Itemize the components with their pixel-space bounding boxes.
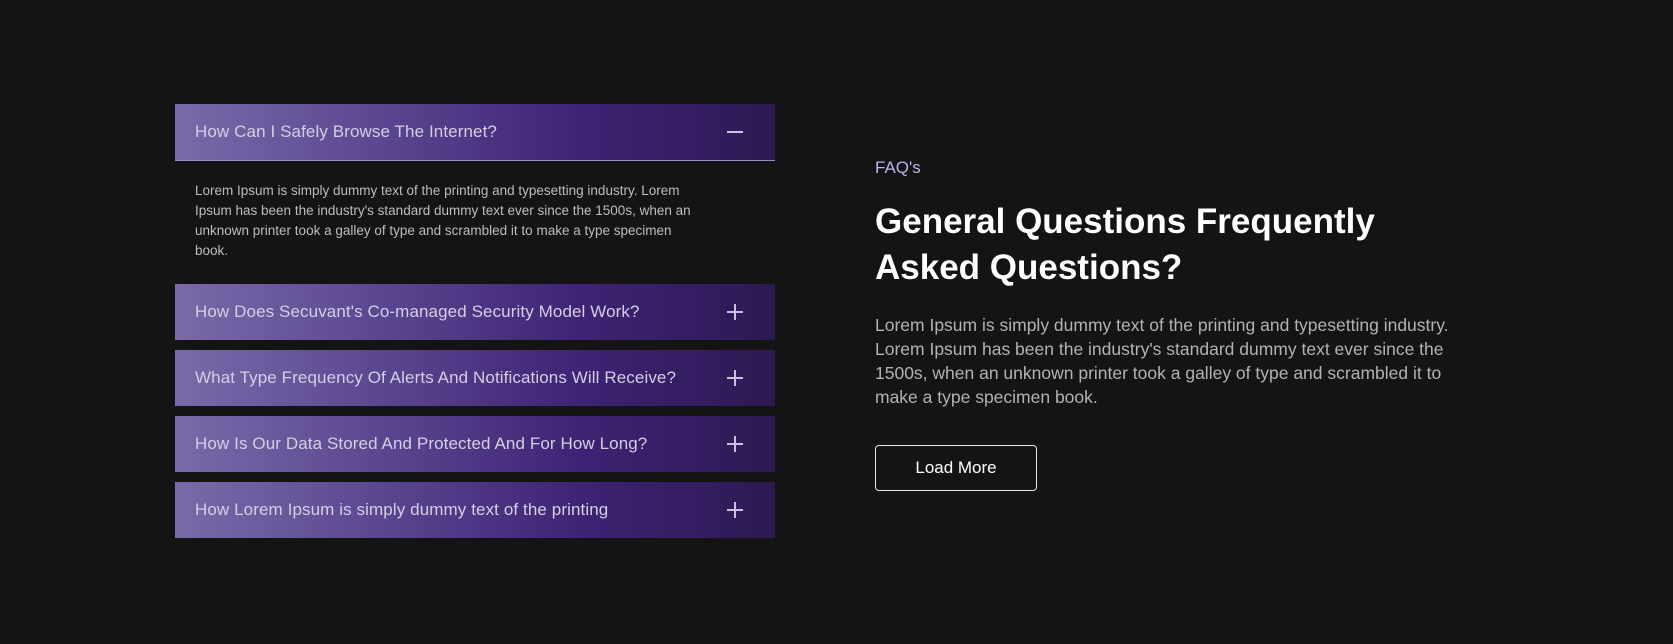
faq-item: How Lorem Ipsum is simply dummy text of …: [175, 482, 775, 538]
plus-icon[interactable]: [725, 434, 745, 454]
faq-question-header[interactable]: How Does Secuvant's Co-managed Security …: [175, 284, 775, 340]
plus-icon[interactable]: [725, 500, 745, 520]
faq-question-header[interactable]: How Is Our Data Stored And Protected And…: [175, 416, 775, 472]
section-title-line-1: General Questions Frequently: [875, 202, 1375, 241]
faq-item: How Can I Safely Browse The Internet? Lo…: [175, 104, 775, 261]
faq-question-header[interactable]: How Can I Safely Browse The Internet?: [175, 104, 775, 161]
faq-section: How Can I Safely Browse The Internet? Lo…: [0, 0, 1673, 644]
faq-item: How Is Our Data Stored And Protected And…: [175, 416, 775, 472]
faq-accordion: How Can I Safely Browse The Internet? Lo…: [175, 104, 775, 548]
load-more-button[interactable]: Load More: [875, 445, 1037, 491]
section-eyebrow: FAQ's: [875, 158, 921, 177]
section-title-line-2: Asked Questions?: [875, 248, 1183, 287]
faq-question-text: How Does Secuvant's Co-managed Security …: [195, 302, 640, 321]
faq-question-text: What Type Frequency Of Alerts And Notifi…: [195, 368, 677, 387]
faq-question-text: How Is Our Data Stored And Protected And…: [195, 434, 648, 453]
section-description: Lorem Ipsum is simply dummy text of the …: [875, 315, 1449, 407]
faq-item: What Type Frequency Of Alerts And Notifi…: [175, 350, 775, 406]
faq-question-text: How Can I Safely Browse The Internet?: [195, 122, 497, 141]
faq-question-header[interactable]: What Type Frequency Of Alerts And Notifi…: [175, 350, 775, 406]
faq-question-header[interactable]: How Lorem Ipsum is simply dummy text of …: [175, 482, 775, 538]
minus-icon[interactable]: [725, 122, 745, 142]
faq-item: How Does Secuvant's Co-managed Security …: [175, 284, 775, 340]
plus-icon[interactable]: [725, 302, 745, 322]
plus-icon[interactable]: [725, 368, 745, 388]
faq-intro: FAQ's General Questions Frequently Asked…: [875, 158, 1485, 491]
faq-question-text: How Lorem Ipsum is simply dummy text of …: [195, 500, 609, 519]
faq-answer-text: Lorem Ipsum is simply dummy text of the …: [195, 183, 691, 258]
section-title: General Questions Frequently Asked Quest…: [875, 199, 1485, 291]
